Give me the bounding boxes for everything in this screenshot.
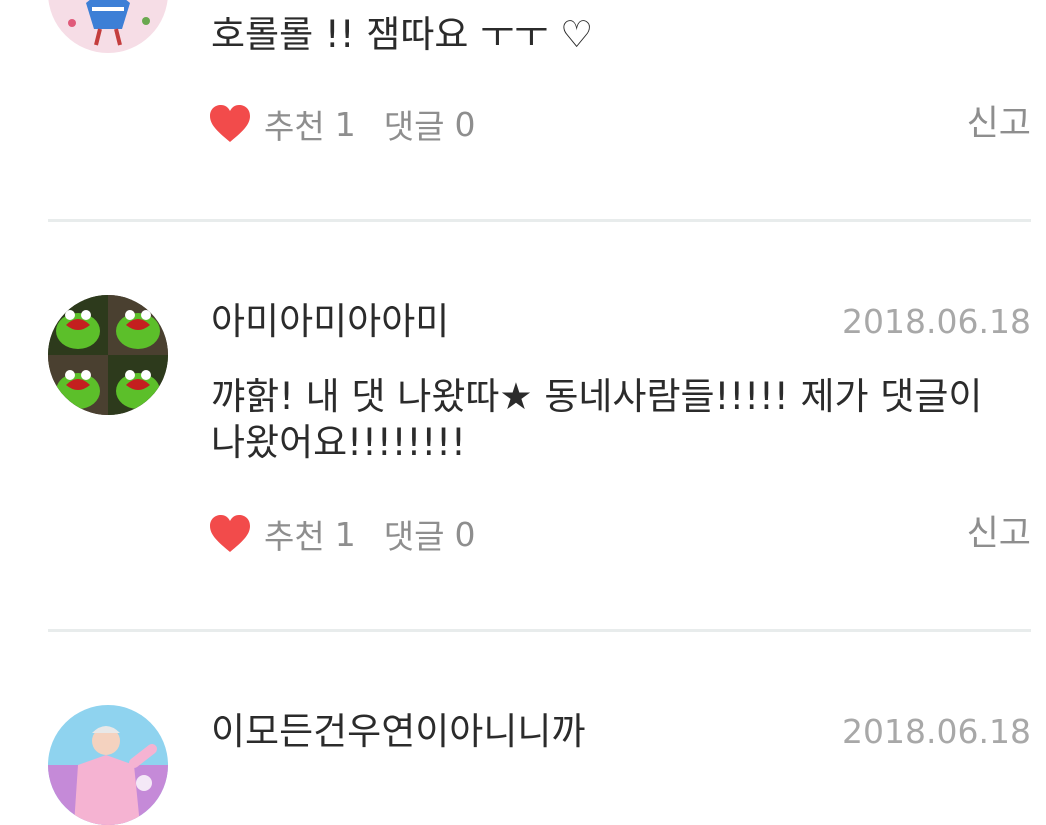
comment-date: 2018.06.18 bbox=[842, 712, 1031, 751]
username[interactable]: 이모든건우연이아니니까 bbox=[211, 710, 585, 754]
heart-icon bbox=[210, 105, 250, 142]
comment-date: 2018.06.18 bbox=[842, 302, 1031, 341]
heart-icon bbox=[210, 515, 250, 552]
reply-label: 댓글 bbox=[383, 517, 445, 556]
comment-text: 꺄핡! 내 댓 나왔따★ 동네사람들!!!!! 제가 댓글이 나왔어요!!!!!… bbox=[211, 375, 983, 464]
like-label: 추천 bbox=[264, 517, 325, 556]
user-avatar[interactable] bbox=[48, 0, 168, 53]
like-button[interactable]: 추천 1 bbox=[208, 510, 356, 558]
report-button[interactable]: 신고 bbox=[967, 102, 1031, 146]
comment-actions: 추천 1 댓글 0 bbox=[208, 102, 475, 146]
username[interactable]: 아미아미아아미 bbox=[211, 300, 449, 344]
reply-label: 댓글 bbox=[383, 107, 445, 146]
like-count: 1 bbox=[334, 104, 356, 144]
reply-button[interactable]: 댓글 0 bbox=[384, 510, 476, 558]
like-button[interactable]: 추천 1 bbox=[208, 100, 356, 148]
reply-count: 0 bbox=[454, 104, 476, 144]
reply-button[interactable]: 댓글 0 bbox=[384, 100, 476, 148]
report-button[interactable]: 신고 bbox=[967, 512, 1031, 556]
comment-actions: 추천 1 댓글 0 bbox=[208, 512, 475, 556]
like-count: 1 bbox=[334, 514, 356, 554]
reply-count: 0 bbox=[454, 514, 476, 554]
like-label: 추천 bbox=[264, 107, 325, 146]
divider bbox=[48, 219, 1031, 222]
comment-text: 호롤롤 !! 잼따요 ㅜㅜ ♡ bbox=[211, 13, 594, 56]
user-avatar[interactable] bbox=[48, 295, 168, 415]
divider bbox=[48, 629, 1031, 632]
user-avatar[interactable] bbox=[48, 705, 168, 825]
